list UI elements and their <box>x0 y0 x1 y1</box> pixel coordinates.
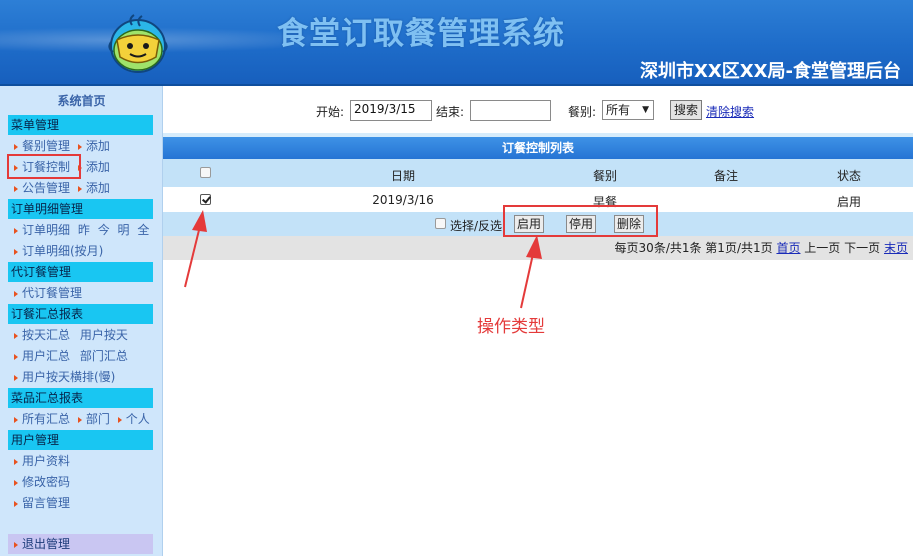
sidebar-item-order-monthly[interactable]: 订单明细(按月) <box>22 244 103 258</box>
sidebar-item-change-password[interactable]: 修改密码 <box>22 475 70 489</box>
sidebar-item-all-summary[interactable]: 所有汇总 <box>22 412 70 426</box>
sidebar-group-menu: 菜单管理 <box>8 115 153 135</box>
sidebar-item-proxy-order[interactable]: 代订餐管理 <box>22 286 82 300</box>
sidebar-item-notice[interactable]: 公告管理 <box>22 181 70 195</box>
sidebar-row-user-profile: 用户资料 <box>14 452 70 470</box>
logout-button[interactable]: 退出管理 <box>8 534 153 554</box>
arrow-icon <box>14 416 18 423</box>
sidebar-item-order-detail[interactable]: 订单明细 <box>22 223 70 237</box>
arrow-icon <box>14 458 18 465</box>
sidebar-item-meal-type[interactable]: 餐别管理 <box>22 139 70 153</box>
sidebar-home-link[interactable]: 系统首页 <box>0 92 163 109</box>
sidebar-row-change-password: 修改密码 <box>14 473 70 491</box>
row-status: 启用 <box>836 195 861 209</box>
sidebar-item-order-control-add[interactable]: 添加 <box>86 160 110 174</box>
pager: 每页30条/共1条 第1页/共1页 首页 上一页 下一页 末页 <box>163 236 913 260</box>
meal-type-label: 餐别: <box>568 105 597 119</box>
arrow-icon <box>77 143 82 150</box>
sidebar-item-daily-summary[interactable]: 按天汇总 <box>22 328 70 342</box>
app-subtitle: 深圳市XX区XX局-食堂管理后台 <box>640 61 901 82</box>
table-header: 日期 餐别 备注 状态 <box>163 159 913 187</box>
arrow-icon <box>14 185 18 192</box>
sidebar-item-user-daily-horizontal[interactable]: 用户按天横排(慢) <box>22 370 115 384</box>
sidebar-item-dept-summary[interactable]: 部门汇总 <box>80 349 128 363</box>
sidebar-item-user-summary[interactable]: 用户汇总 <box>22 349 70 363</box>
sidebar-item-individual[interactable]: 个人 <box>126 412 150 426</box>
sidebar-row-user-summary: 用户汇总 部门汇总 <box>14 347 128 365</box>
pager-last-link[interactable]: 末页 <box>884 241 908 255</box>
sidebar-row-meal-type: 餐别管理 添加 <box>14 137 110 155</box>
start-date-label: 开始: <box>316 105 345 119</box>
sidebar-row-proxy-order: 代订餐管理 <box>14 284 82 302</box>
pager-summary: 每页30条/共1条 第1页/共1页 <box>614 241 773 255</box>
arrow-icon <box>14 143 18 150</box>
end-date-input[interactable] <box>470 100 551 121</box>
meal-type-select[interactable]: 所有 ▼ <box>602 100 654 120</box>
select-invert-checkbox[interactable] <box>435 218 446 229</box>
pager-next[interactable]: 下一页 <box>844 241 880 255</box>
arrow-icon <box>77 416 82 423</box>
sidebar-item-notice-add[interactable]: 添加 <box>86 181 110 195</box>
annotation-label: 操作类型 <box>477 317 545 337</box>
arrow-icon <box>14 541 18 548</box>
sidebar-row-order-detail: 订单明细 昨 今 明 全 <box>14 221 149 239</box>
arrow-icon <box>14 332 18 339</box>
column-status: 状态 <box>836 169 861 183</box>
row-checkbox[interactable] <box>200 194 211 205</box>
sidebar-item-user-daily[interactable]: 用户按天 <box>80 328 128 342</box>
end-date-label: 结束: <box>436 105 465 119</box>
row-date: 2019/3/16 <box>372 193 434 207</box>
arrow-icon <box>14 500 18 507</box>
clear-search-link[interactable]: 清除搜索 <box>706 103 754 120</box>
select-all-checkbox[interactable] <box>200 167 211 178</box>
sidebar-item-today[interactable]: 今 <box>98 223 110 237</box>
highlight-action-buttons <box>503 205 658 237</box>
highlight-order-control <box>7 154 81 179</box>
column-date: 日期 <box>390 169 415 183</box>
search-bar: 开始: 2019/3/15 结束: 餐别: 所有 ▼ 搜索 清除搜索 <box>163 98 913 124</box>
sidebar-row-message: 留言管理 <box>14 494 70 512</box>
column-meal: 餐别 <box>592 169 617 183</box>
sidebar-item-dept[interactable]: 部门 <box>86 412 110 426</box>
dropdown-arrow-icon: ▼ <box>642 105 649 115</box>
arrow-icon <box>14 353 18 360</box>
chef-pot-logo-icon <box>108 12 168 74</box>
sidebar-group-order-summary: 订餐汇总报表 <box>8 304 153 324</box>
search-button[interactable]: 搜索 <box>670 100 703 120</box>
start-date-input[interactable]: 2019/3/15 <box>350 100 432 121</box>
sidebar-row-notice: 公告管理 添加 <box>14 179 110 197</box>
sidebar-item-user-profile[interactable]: 用户资料 <box>22 454 70 468</box>
sidebar-item-all[interactable]: 全 <box>137 223 149 237</box>
sidebar-row-user-daily-horizontal: 用户按天横排(慢) <box>14 368 115 386</box>
app-header: 食堂订取餐管理系统 深圳市XX区XX局-食堂管理后台 <box>0 0 913 86</box>
sidebar-item-meal-type-add[interactable]: 添加 <box>86 139 110 153</box>
app-title: 食堂订取餐管理系统 <box>277 16 565 52</box>
meal-type-selected: 所有 <box>606 103 631 117</box>
sidebar-group-dish-summary: 菜品汇总报表 <box>8 388 153 408</box>
sidebar-group-order-detail: 订单明细管理 <box>8 199 153 219</box>
logout-label: 退出管理 <box>22 537 71 551</box>
sidebar-group-proxy-order: 代订餐管理 <box>8 262 153 282</box>
column-note: 备注 <box>713 169 738 183</box>
arrow-icon <box>14 374 18 381</box>
arrow-icon <box>14 227 18 234</box>
arrow-icon <box>117 416 122 423</box>
sidebar-row-dish-summary: 所有汇总 部门 个人 <box>14 410 150 428</box>
select-invert-label: 选择/反选 <box>450 219 503 233</box>
sidebar-item-yesterday[interactable]: 昨 <box>78 223 90 237</box>
sidebar-item-message[interactable]: 留言管理 <box>22 496 70 510</box>
sidebar-row-daily-summary: 按天汇总 用户按天 <box>14 326 128 344</box>
arrow-icon <box>14 479 18 486</box>
sidebar-row-order-monthly: 订单明细(按月) <box>14 242 103 260</box>
arrow-icon <box>77 185 82 192</box>
pager-prev[interactable]: 上一页 <box>804 241 840 255</box>
arrow-icon <box>14 290 18 297</box>
sidebar-item-tomorrow[interactable]: 明 <box>118 223 130 237</box>
arrow-icon <box>14 248 18 255</box>
list-title: 订餐控制列表 <box>163 137 913 159</box>
sidebar-group-user: 用户管理 <box>8 430 153 450</box>
pager-first-link[interactable]: 首页 <box>776 241 800 255</box>
